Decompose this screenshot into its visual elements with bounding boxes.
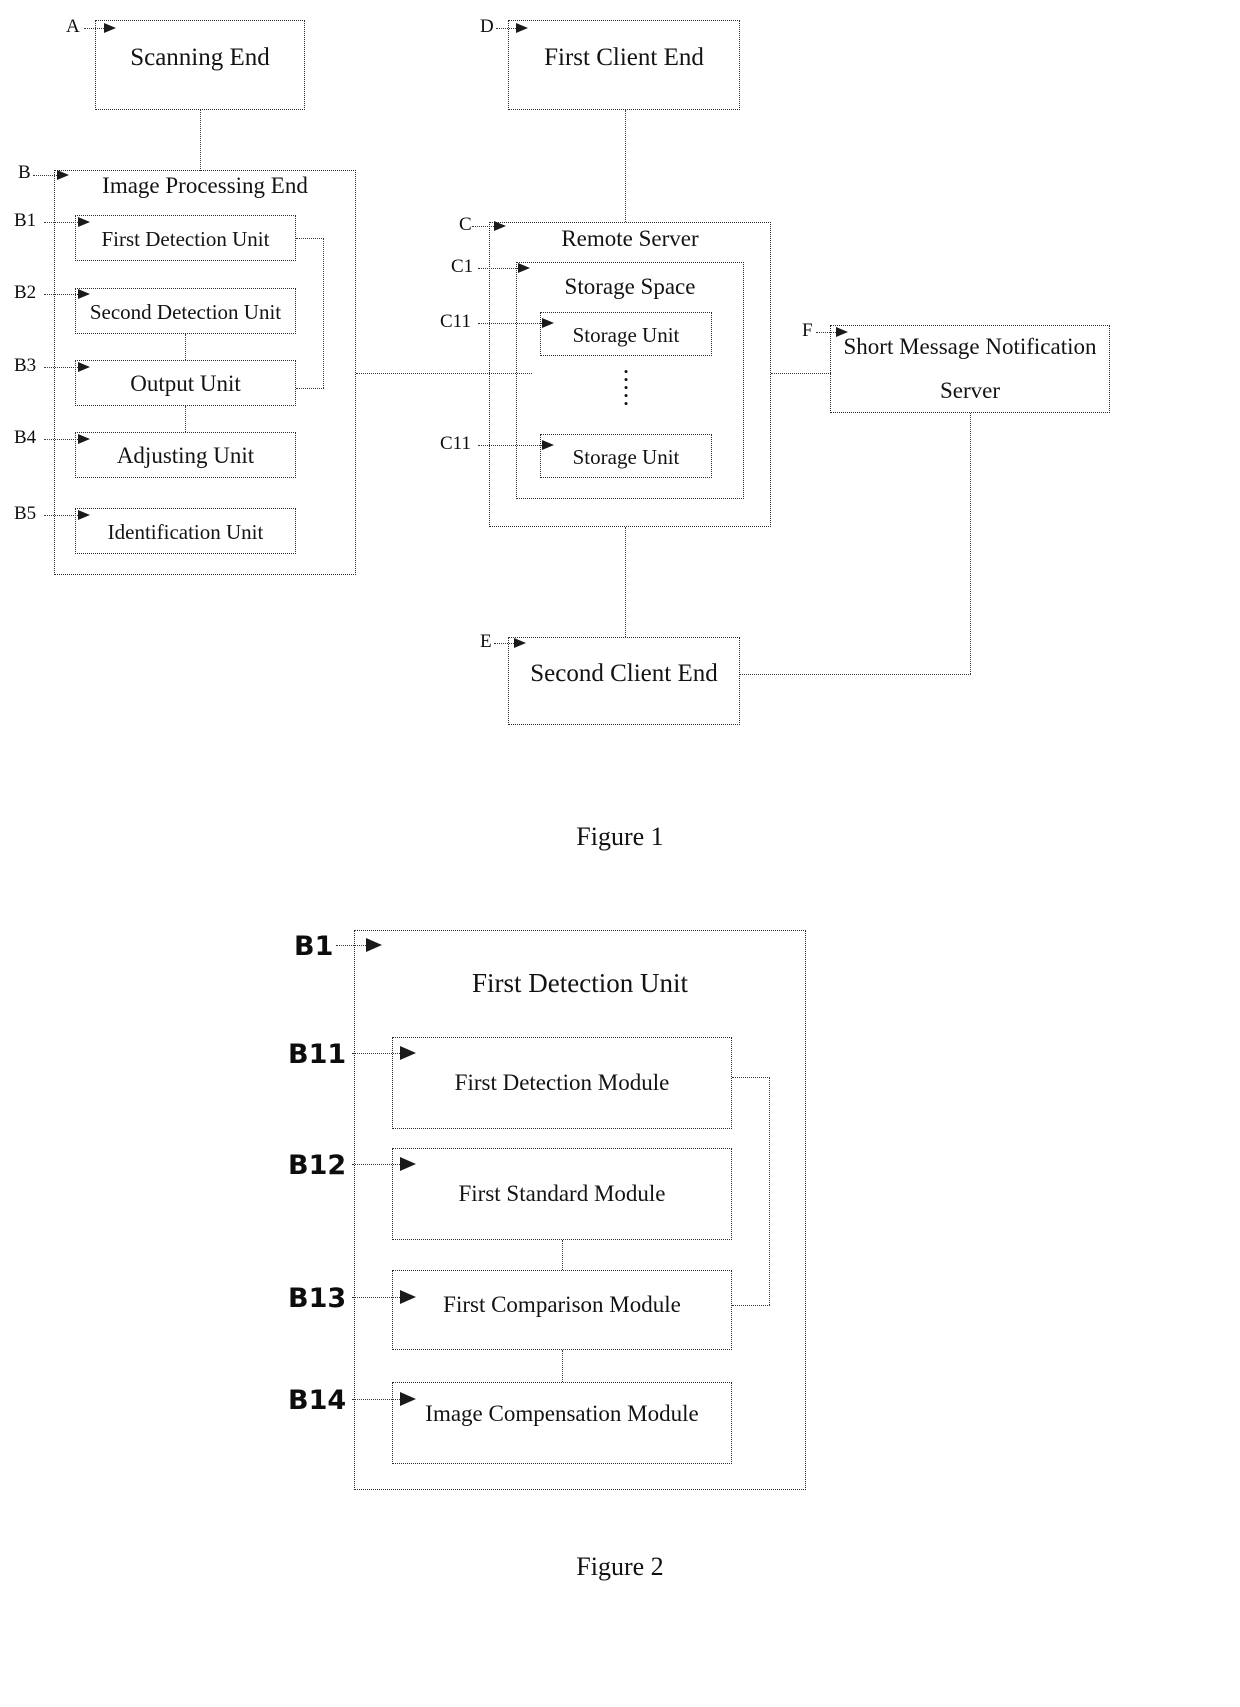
leader-b3 [44, 367, 82, 368]
figure-1-caption: Figure 1 [576, 822, 664, 851]
fig2-connector-b13-to-b14 [562, 1350, 563, 1382]
block-adjusting-unit-label: Adjusting Unit [116, 443, 255, 468]
ref-label-a: A [66, 16, 80, 37]
connector-b1-b3-vertical [323, 238, 324, 388]
leader-b2 [44, 294, 82, 295]
connector-client1-to-remote-server [625, 110, 626, 222]
arrow-b2 [78, 289, 90, 299]
fig2-arrow-b13 [400, 1290, 416, 1304]
fig2-block-image-compensation-module-label: Image Compensation Module [425, 1401, 699, 1426]
storage-unit-ellipsis: • • • • • [623, 364, 629, 411]
arrow-b1 [78, 217, 90, 227]
ref-label-e: E [480, 631, 492, 652]
arrow-a [104, 23, 116, 33]
fig2-arrow-b12 [400, 1157, 416, 1171]
ref-label-d: D [480, 16, 494, 37]
block-first-client-end-label: First Client End [544, 44, 704, 71]
block-output-unit-label: Output Unit [130, 371, 241, 396]
ref-label-c: C [459, 214, 472, 235]
leader-b1 [44, 222, 82, 223]
connector-sms-to-client2 [739, 674, 971, 675]
leader-e [494, 643, 516, 644]
fig2-ref-label-b1: B1 [294, 931, 334, 962]
arrow-c [494, 221, 506, 231]
ref-label-b2: B2 [14, 282, 37, 303]
fig2-block-first-standard-module-label: First Standard Module [458, 1181, 666, 1206]
arrow-b5 [78, 510, 90, 520]
fig2-leader-b12 [352, 1164, 404, 1165]
fig2-block-first-detection-unit-label: First Detection Unit [472, 968, 688, 998]
block-sms-server-label-line2: Server [939, 378, 1001, 403]
fig2-arrow-b11 [400, 1046, 416, 1060]
connector-remote-server-to-client2 [625, 527, 626, 637]
block-remote-server-label: Remote Server [561, 226, 699, 251]
leader-b4 [44, 439, 82, 440]
fig2-connector-b11-right-out [732, 1077, 770, 1078]
ref-label-b4: B4 [14, 427, 37, 448]
block-second-client-end-label: Second Client End [530, 660, 718, 687]
arrow-c11-bottom [542, 440, 554, 450]
connector-b1-right-out [296, 238, 324, 239]
connector-b2-to-b3 [185, 334, 186, 360]
leader-c1 [478, 268, 522, 269]
arrow-b4 [78, 434, 90, 444]
block-image-processing-end-label: Image Processing End [102, 173, 308, 198]
fig2-ref-label-b14: B14 [288, 1385, 347, 1416]
arrow-b3 [78, 362, 90, 372]
connector-remote-server-to-sms-server [771, 373, 831, 374]
leader-c11-bottom [478, 445, 546, 446]
fig2-ref-label-b12: B12 [288, 1150, 347, 1181]
patent-figure-page: Scanning End A Image Processing End B Fi… [0, 0, 1240, 1707]
connector-sms-down [970, 413, 971, 674]
arrow-b [57, 170, 69, 180]
fig2-connector-b13-right-in [732, 1305, 770, 1306]
block-storage-unit-bottom-label: Storage Unit [572, 445, 680, 469]
block-storage-unit-top-label: Storage Unit [572, 323, 680, 347]
ref-label-c11-top: C11 [440, 311, 471, 332]
connector-scanning-to-processing [200, 110, 201, 171]
block-scanning-end-label: Scanning End [130, 44, 270, 71]
fig2-block-first-comparison-module-label: First Comparison Module [443, 1292, 681, 1317]
fig2-block-first-detection-module-label: First Detection Module [454, 1070, 670, 1095]
arrow-e [514, 638, 526, 648]
fig2-arrow-b1 [366, 938, 382, 952]
arrow-c1 [518, 263, 530, 273]
ref-label-b1: B1 [14, 210, 37, 231]
block-storage-space-label: Storage Space [564, 274, 696, 299]
ref-label-c1: C1 [451, 256, 474, 277]
arrow-c11-top [542, 318, 554, 328]
block-identification-unit-label: Identification Unit [107, 520, 264, 544]
ref-label-c11-bottom: C11 [440, 433, 471, 454]
arrow-f [836, 327, 848, 337]
figure-2-caption: Figure 2 [576, 1552, 664, 1581]
ref-label-b3: B3 [14, 355, 37, 376]
fig2-ref-label-b11: B11 [288, 1039, 347, 1070]
fig2-leader-b1 [336, 945, 370, 946]
fig2-connector-b11-b13-vertical [769, 1077, 770, 1305]
leader-c11-top [478, 323, 546, 324]
connector-b3-right-in [296, 388, 324, 389]
ref-label-b: B [18, 162, 31, 183]
leader-b5 [44, 515, 82, 516]
connector-b3-to-b4 [185, 406, 186, 432]
fig2-leader-b13 [352, 1297, 404, 1298]
block-first-detection-unit-label: First Detection Unit [101, 227, 270, 251]
fig2-leader-b11 [352, 1053, 404, 1054]
arrow-d [516, 23, 528, 33]
fig2-ref-label-b13: B13 [288, 1283, 347, 1314]
block-second-detection-unit-label: Second Detection Unit [89, 300, 282, 324]
ref-label-f: F [802, 320, 813, 341]
block-sms-server-label-line1: Short Message Notification [843, 334, 1097, 359]
fig2-connector-b12-to-b13 [562, 1240, 563, 1270]
fig2-arrow-b14 [400, 1392, 416, 1406]
ref-label-b5: B5 [14, 503, 37, 524]
fig2-leader-b14 [352, 1399, 404, 1400]
